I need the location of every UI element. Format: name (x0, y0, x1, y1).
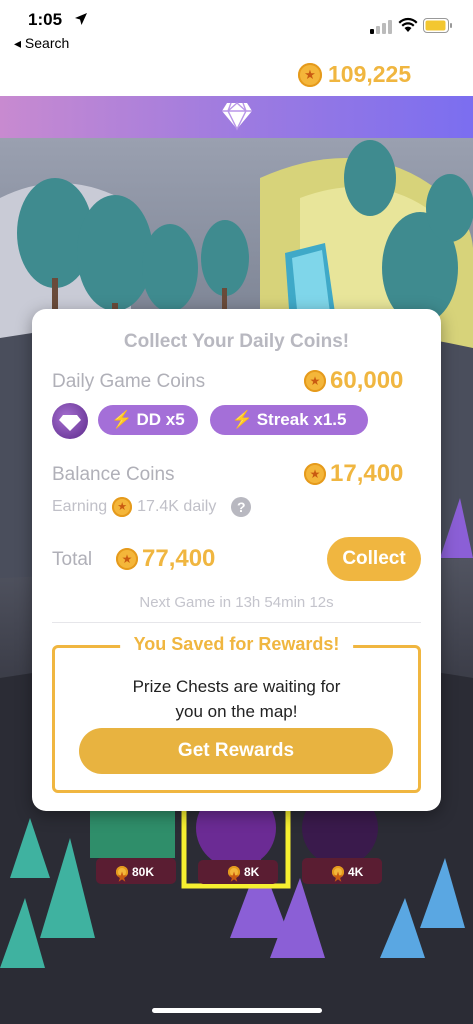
coin-icon (304, 463, 326, 485)
coin-icon (228, 866, 240, 878)
lightning-icon: ⚡ (231, 410, 253, 429)
coin-icon (116, 548, 138, 570)
lightning-icon: ⚡ (111, 410, 133, 429)
coin-icon (298, 62, 322, 87)
diamond-icon (59, 415, 81, 431)
get-rewards-button[interactable]: Get Rewards (79, 728, 393, 774)
diamond-icon (222, 102, 252, 131)
streak-boost-badge: ⚡ Streak x1.5 (210, 405, 368, 435)
back-to-search-link[interactable]: ◂ Search (14, 35, 69, 52)
rewards-title: You Saved for Rewards! (119, 634, 354, 655)
coin-icon (116, 866, 128, 878)
cellular-signal-icon (370, 20, 392, 34)
wifi-icon (398, 17, 418, 32)
location-arrow-icon (75, 13, 87, 25)
coin-icon (112, 497, 133, 517)
coin-icon (304, 370, 326, 392)
rewards-message: Prize Chests are waiting for you on the … (132, 677, 341, 721)
coin-balance-value: 109,225 (328, 61, 412, 87)
status-bar: 1:05 ◂ Search (0, 0, 473, 60)
home-indicator[interactable] (152, 1008, 322, 1013)
gem-badge (52, 403, 88, 439)
help-icon[interactable]: ? (231, 497, 252, 517)
dd-boost-badge: ⚡ DD x5 (98, 405, 198, 435)
battery-icon (423, 18, 452, 33)
modal-title: Collect Your Daily Coins! (123, 331, 350, 352)
balance-coins-label: Balance Coins (52, 464, 175, 485)
coin-icon (332, 866, 344, 878)
total-label: Total (52, 549, 93, 570)
next-game-timer: Next Game in 13h 54min 12s (139, 594, 334, 611)
balance-coins-amount: 17,400 (304, 460, 403, 488)
rewards-box: You Saved for Rewards! Prize Chests are … (52, 634, 421, 793)
daily-coins-modal: Collect Your Daily Coins! Daily Game Coi… (32, 309, 441, 811)
chest-2-label: 8K (228, 865, 259, 879)
chest-3-label: 4K (332, 865, 363, 879)
divider (52, 622, 421, 623)
coin-balance: 109,225 (298, 61, 411, 88)
clock: 1:05 (28, 10, 63, 29)
total-amount: 77,400 (116, 545, 215, 573)
collect-button[interactable]: Collect (327, 537, 421, 581)
earning-rate: Earning 17.4K daily ? (52, 497, 252, 517)
daily-coins-label: Daily Game Coins (52, 371, 206, 392)
chest-1-label: 80K (116, 865, 154, 879)
gem-banner[interactable] (0, 96, 473, 138)
daily-coins-amount: 60,000 (304, 367, 403, 395)
